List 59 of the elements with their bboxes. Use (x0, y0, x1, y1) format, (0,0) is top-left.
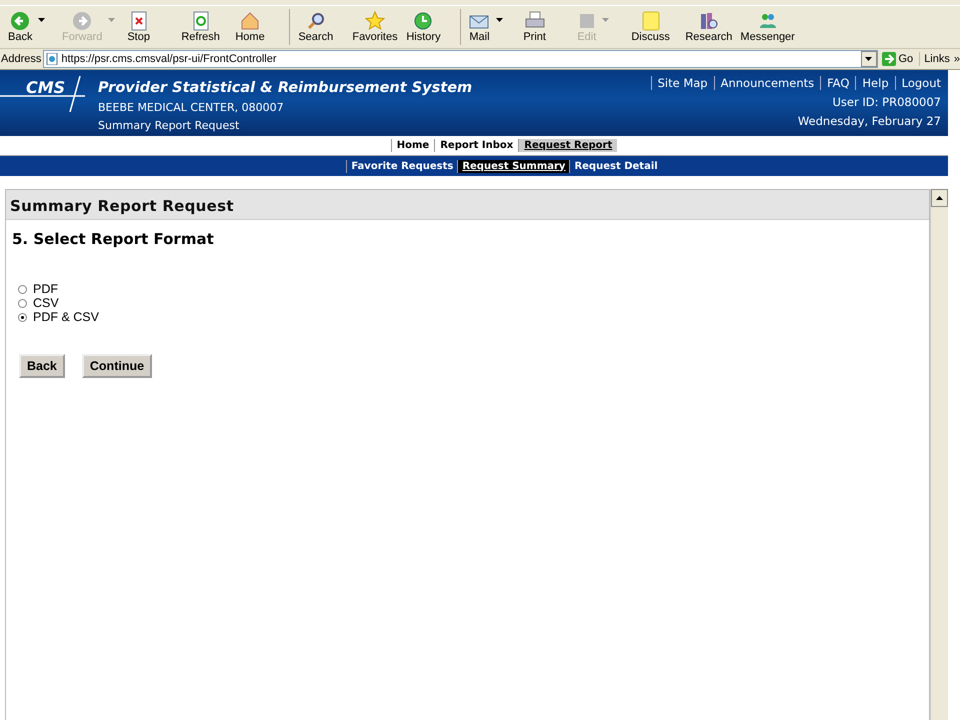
panel-title: Summary Report Request (6, 190, 929, 220)
toolbar-button[interactable]: Back (4, 11, 58, 43)
date-text: Wednesday, February 27 (798, 114, 941, 128)
form-button[interactable]: Continue (82, 354, 152, 378)
caret-icon (865, 57, 872, 61)
scrollbar[interactable] (930, 189, 948, 720)
toolbar-button[interactable]: Discuss (627, 11, 682, 43)
address-field[interactable]: https://psr.cms.cmsval/psr-ui/FrontController (43, 50, 878, 68)
radio-button[interactable] (18, 312, 27, 322)
page-icon (46, 53, 58, 65)
provider-name: BEEBE MEDICAL CENTER, 080007 (98, 101, 285, 114)
toolbar-button[interactable]: Mail (465, 11, 520, 43)
form-button[interactable]: Back (19, 354, 65, 378)
subnav-tab[interactable]: Request Summary (457, 160, 570, 172)
scroll-up-button[interactable] (931, 189, 948, 207)
toolbar-button[interactable]: Favorites (348, 11, 402, 43)
header-link[interactable]: Logout (894, 76, 941, 90)
toolbar-button[interactable]: Research (681, 11, 736, 43)
step-heading: 5. Select Report Format (11, 229, 215, 250)
option-label: CSV (33, 296, 59, 310)
people-icon (758, 11, 778, 31)
nav-tab[interactable]: Request Report (518, 139, 618, 152)
history-clock-icon (413, 11, 434, 31)
toolbar-button[interactable]: Home (231, 11, 286, 43)
logo-drawing: CMS (0, 76, 90, 112)
go-button[interactable]: Go (878, 52, 920, 66)
books-icon (698, 11, 719, 31)
radio-button[interactable] (18, 284, 27, 294)
header-link[interactable]: Announcements (714, 76, 820, 90)
refresh-page-icon (192, 11, 209, 31)
radio-button[interactable] (18, 298, 27, 308)
dropdown-button[interactable] (860, 51, 876, 67)
square-icon (578, 11, 595, 31)
more-chevron[interactable]: » (954, 53, 960, 65)
page-name: Summary Report Request (98, 119, 240, 132)
toolbar-button[interactable]: Stop (123, 11, 178, 43)
address-label: Address (0, 53, 42, 65)
star-icon (364, 11, 385, 31)
search-icon (306, 11, 326, 31)
user-id: User ID: PR080007 (832, 95, 941, 109)
toolbar-button[interactable]: Search (294, 11, 348, 43)
stop-page-icon (130, 11, 147, 31)
option-label: PDF & CSV (33, 310, 99, 324)
toolbar-button[interactable]: Print (519, 11, 574, 43)
header-link[interactable]: FAQ (820, 76, 856, 90)
header-link[interactable]: Site Map (650, 76, 714, 90)
links-label[interactable]: Links (920, 53, 954, 65)
header-link[interactable]: Help (855, 76, 895, 90)
right-arrow-icon (882, 52, 896, 66)
house-icon (240, 11, 260, 31)
system-title: Provider Statistical & Reimbursement System (98, 80, 474, 96)
note-icon (640, 11, 661, 31)
nav-tab[interactable]: Home (390, 139, 434, 152)
toolbar-button[interactable]: Refresh (177, 11, 232, 43)
option-label: PDF (33, 282, 58, 296)
toolbar-button[interactable]: Messenger (736, 11, 799, 43)
toolbar-button[interactable]: History (402, 11, 456, 43)
up-caret-icon (936, 196, 943, 200)
subnav-tab[interactable]: Request Detail (569, 160, 662, 172)
